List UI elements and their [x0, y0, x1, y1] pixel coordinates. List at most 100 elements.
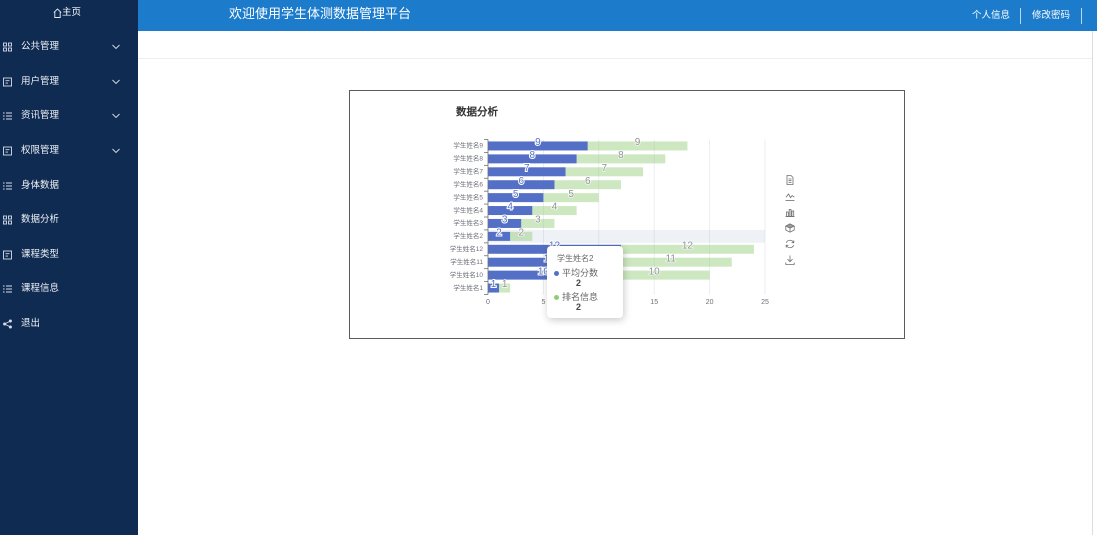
x-tick-label: 5 [541, 299, 545, 306]
list-icon [3, 181, 12, 190]
data-label-series0-5: 3 [502, 215, 508, 226]
tooltip-series-marker [554, 294, 559, 300]
data-label-series1-10: 8 [618, 150, 624, 161]
home-label: 主页 [62, 7, 82, 18]
y-tick-label: 学生姓名10 [450, 270, 484, 279]
chevron-down-icon[interactable] [112, 114, 120, 119]
data-label-series1-8: 6 [585, 176, 591, 187]
chevron-down-icon[interactable] [112, 148, 120, 154]
data-label-series0-9: 7 [524, 163, 530, 174]
change-password-link[interactable]: 修改密码 [1032, 10, 1070, 22]
y-tick-label: 学生姓名9 [453, 141, 483, 150]
tooltip-category: 学生姓名2 [557, 254, 594, 263]
top-header: 欢迎使用学生体测数据管理平台 个人信息 修改密码 [138, 0, 1097, 31]
share-icon [3, 319, 12, 329]
line-chart-icon[interactable] [785, 191, 795, 201]
x-tick-label: 15 [650, 299, 658, 306]
y-tick-label: 学生姓名1 [453, 283, 483, 292]
y-tick-label: 学生姓名11 [450, 257, 483, 266]
document-icon [3, 146, 12, 156]
data-label-series1-0: 1 [502, 279, 508, 290]
header-divider [1020, 8, 1021, 24]
save-image-icon[interactable] [785, 255, 795, 265]
sidebar: 主页 公共管理 用户管理 资讯管理 权限管理 身体数据 数据分析 课程类型 课程… [0, 0, 138, 535]
home-icon [53, 8, 62, 18]
sidebar-item-permission-management[interactable]: 权限管理 [0, 134, 138, 169]
sidebar-item-news-management[interactable]: 资讯管理 [0, 99, 138, 134]
tooltip-series-name: 排名信息 [562, 292, 599, 302]
data-label-series1-9: 7 [602, 163, 608, 174]
sidebar-item-label: 用户管理 [21, 75, 60, 87]
list-icon [3, 112, 12, 121]
data-label-series0-8: 6 [518, 176, 524, 187]
sidebar-item-label: 课程类型 [21, 248, 60, 260]
sidebar-item-course-type[interactable]: 课程类型 [0, 238, 138, 273]
bar-chart-icon[interactable] [785, 207, 795, 217]
tooltip-series-value: 2 [576, 278, 582, 288]
sidebar-item-label: 权限管理 [21, 145, 60, 157]
sidebar-item-body-data[interactable]: 身体数据 [0, 168, 138, 203]
x-tick-label: 20 [706, 299, 714, 306]
data-label-series0-11: 9 [535, 137, 541, 148]
bar-chart: 110111223456789110111223456789学生姓名1学生姓名1… [450, 136, 769, 306]
sidebar-item-public-management[interactable]: 公共管理 [0, 30, 138, 65]
grid-icon [3, 42, 12, 52]
content-divider [138, 58, 1092, 59]
sidebar-item-logout[interactable]: 退出 [0, 307, 138, 342]
y-tick-label: 学生姓名6 [453, 179, 483, 188]
home-link[interactable]: 主页 [0, 0, 138, 30]
data-label-series1-3: 12 [682, 240, 694, 251]
tooltip-series-value: 2 [576, 302, 582, 312]
y-tick-label: 学生姓名8 [453, 154, 483, 163]
sidebar-item-label: 身体数据 [21, 179, 60, 191]
sidebar-item-label: 课程信息 [21, 283, 60, 295]
sidebar-item-data-analysis[interactable]: 数据分析 [0, 203, 138, 238]
data-label-series0-7: 5 [513, 189, 519, 200]
data-label-series0-0: 1 [491, 279, 497, 290]
data-label-series0-4: 2 [496, 228, 502, 239]
chart-panel: 110111223456789110111223456789学生姓名1学生姓名1… [349, 90, 905, 339]
sidebar-item-label: 数据分析 [21, 214, 60, 226]
data-label-series1-11: 9 [635, 137, 641, 148]
data-label-series0-6: 4 [507, 202, 513, 213]
stack-icon[interactable] [784, 223, 796, 233]
chart-title: 数据分析 [456, 106, 498, 118]
data-label-series1-1: 10 [649, 266, 661, 277]
data-label-series1-7: 5 [568, 189, 574, 200]
sidebar-item-label: 资讯管理 [21, 110, 60, 122]
x-tick-label: 0 [486, 299, 490, 306]
grid-icon [3, 215, 12, 225]
list-icon [3, 285, 12, 294]
x-tick-label: 25 [761, 299, 769, 306]
sidebar-item-user-management[interactable]: 用户管理 [0, 65, 138, 100]
y-tick-label: 学生姓名2 [453, 231, 483, 240]
y-tick-label: 学生姓名3 [453, 218, 483, 227]
y-tick-label: 学生姓名5 [453, 192, 483, 201]
sidebar-menu: 公共管理 用户管理 资讯管理 权限管理 身体数据 数据分析 课程类型 课程信息 … [0, 30, 138, 341]
data-label-series1-6: 4 [552, 202, 558, 213]
header-divider [1081, 8, 1082, 24]
sidebar-item-label: 公共管理 [21, 41, 60, 53]
data-label-series1-2: 11 [666, 253, 677, 264]
restore-icon[interactable] [785, 239, 795, 249]
y-tick-label: 学生姓名12 [450, 244, 484, 253]
tooltip-series-name: 平均分数 [562, 268, 599, 278]
y-tick-label: 学生姓名7 [453, 167, 483, 176]
page-title: 欢迎使用学生体测数据管理平台 [229, 6, 412, 21]
data-label-series1-5: 3 [535, 215, 541, 226]
sidebar-item-course-info[interactable]: 课程信息 [0, 272, 138, 307]
chevron-down-icon[interactable] [112, 79, 120, 85]
chevron-down-icon[interactable] [112, 44, 120, 50]
document-icon [3, 77, 12, 87]
chart-tooltip: 学生姓名2 平均分数 2 排名信息 2 [547, 246, 623, 318]
tooltip-series-marker [554, 270, 559, 276]
data-label-series0-10: 8 [530, 150, 536, 161]
data-view-icon[interactable] [785, 175, 795, 185]
document-icon [3, 250, 12, 260]
profile-link[interactable]: 个人信息 [972, 10, 1010, 22]
sidebar-item-label: 退出 [21, 318, 41, 330]
app-window: 主页 公共管理 用户管理 资讯管理 权限管理 身体数据 数据分析 课程类型 课程… [0, 0, 1097, 535]
y-tick-label: 学生姓名4 [453, 205, 483, 214]
data-label-series1-4: 2 [518, 228, 524, 239]
scrollbar-track[interactable] [1092, 31, 1093, 535]
